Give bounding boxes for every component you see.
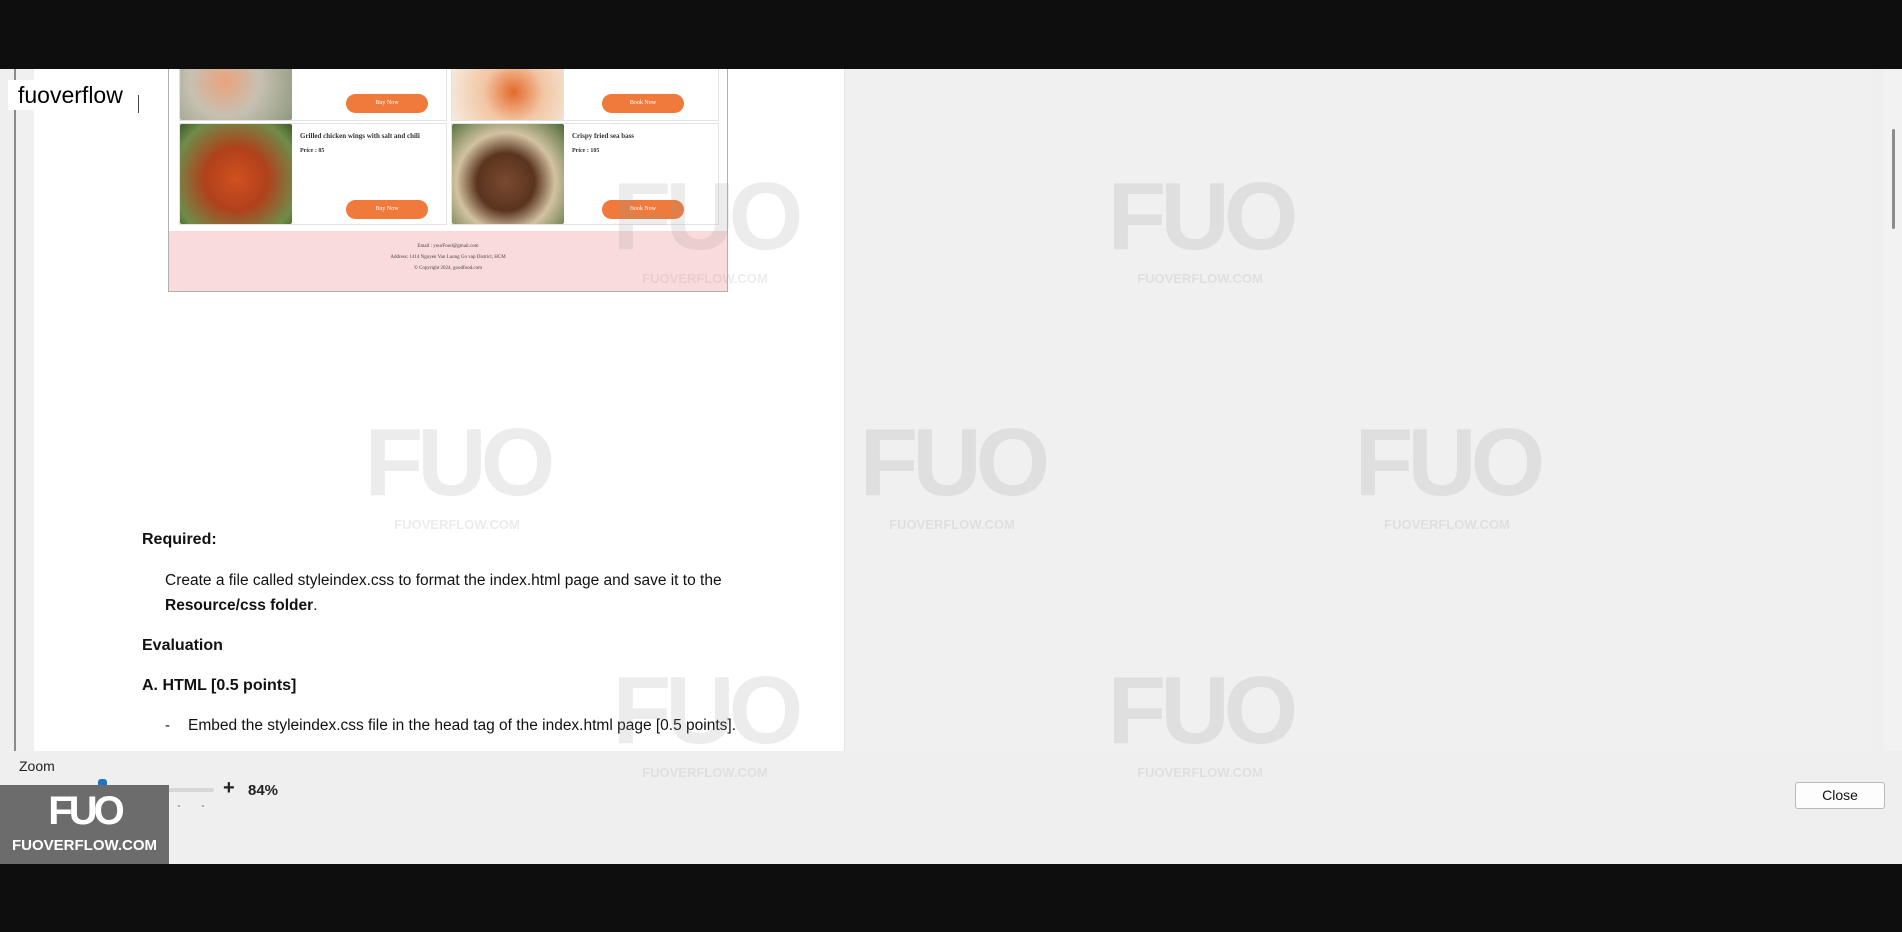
- food-name: Crispy fried sea bass: [572, 132, 635, 140]
- document-viewer[interactable]: Buy Now Book Now Grilled chicken wings w…: [14, 69, 1902, 751]
- food-price: Price : 85: [300, 148, 325, 154]
- letterbox-bottom: [0, 864, 1902, 932]
- evaluation-heading: Evaluation: [142, 637, 223, 654]
- food-name: Grilled chicken wings with salt and chil…: [300, 132, 420, 140]
- letterbox-top: [0, 0, 1902, 69]
- required-text-continued: Resource/css folder.: [165, 597, 318, 615]
- required-heading: Required:: [142, 531, 217, 548]
- menu-card: Grilled chicken wings with salt and chil…: [179, 123, 447, 225]
- bullet-text: Embed the styleindex.css file in the hea…: [188, 717, 737, 734]
- required-text: Create a file called styleindex.css to f…: [165, 572, 722, 589]
- zoom-in-button[interactable]: +: [223, 777, 235, 800]
- close-button[interactable]: Close: [1795, 782, 1885, 809]
- book-now-button: Book Now: [602, 94, 684, 113]
- brand-logo: FUO: [48, 789, 124, 833]
- embedded-webpage-screenshot: Buy Now Book Now Grilled chicken wings w…: [168, 69, 728, 292]
- footer-email: Email : yourFood@gmail.com: [417, 244, 479, 249]
- fuoverflow-brand-badge: FUO FUOVERFLOW.COM: [0, 785, 169, 864]
- text-caret: [138, 95, 139, 113]
- webpage-footer: Email : yourFood@gmail.com Address: 1414…: [169, 231, 727, 291]
- period: .: [313, 597, 318, 614]
- page-edge: [844, 69, 845, 751]
- scrollbar-thumb[interactable]: [1892, 129, 1895, 229]
- zoom-value: 84%: [248, 782, 279, 799]
- document-preview-window: fuoverflow Buy Now Book Now Grilled chic…: [0, 69, 1902, 864]
- folder-path: Resource/css folder: [165, 597, 314, 614]
- vertical-scrollbar[interactable]: [1884, 69, 1902, 751]
- footer-copyright: © Copyright 2024, goodfood.com: [413, 266, 483, 271]
- food-image: [180, 69, 292, 120]
- bullet-dash: -: [165, 717, 170, 734]
- menu-card: Crispy fried sea bass Price : 105 Book N…: [451, 123, 719, 225]
- menu-card: Buy Now: [179, 69, 447, 121]
- book-now-button: Book Now: [602, 200, 684, 219]
- food-price: Price : 105: [572, 148, 600, 154]
- food-image-chicken-wings: [180, 124, 292, 224]
- menu-card: Book Now: [451, 69, 719, 121]
- buy-now-button: Buy Now: [346, 200, 428, 219]
- section-heading: A. HTML [0.5 points]: [142, 677, 297, 694]
- document-page: Buy Now Book Now Grilled chicken wings w…: [34, 69, 844, 751]
- footer-address: Address: 1414 Nguyen Van Luong Go vap Di…: [390, 255, 506, 260]
- brand-site: FUOVERFLOW.COM: [12, 837, 157, 854]
- buy-now-button: Buy Now: [346, 94, 428, 113]
- zoom-label: Zoom: [19, 758, 55, 774]
- app-title-label: fuoverflow: [8, 80, 133, 110]
- food-image-sea-bass: [452, 124, 564, 224]
- food-image: [452, 69, 564, 120]
